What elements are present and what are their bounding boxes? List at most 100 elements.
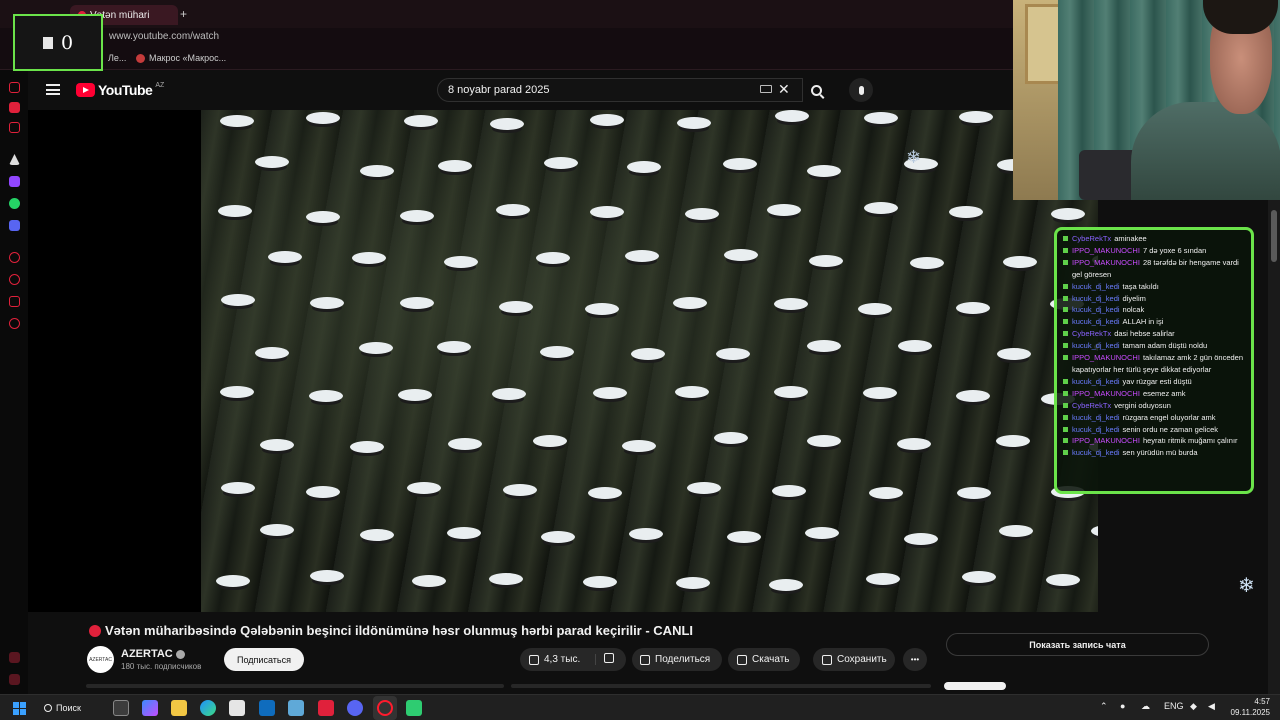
opera-gx-icon[interactable] — [377, 700, 393, 716]
chat-username[interactable]: IPPO_MAKUNOCHI — [1072, 436, 1140, 445]
sidebar-collapse-icon[interactable] — [9, 674, 20, 685]
keyboard-icon[interactable] — [760, 85, 772, 93]
store-icon[interactable] — [229, 700, 245, 716]
chat-username[interactable]: kucuk_dj_kedi — [1072, 377, 1120, 386]
youtube-logo[interactable]: YouTube AZ — [76, 82, 164, 98]
subscribe-button[interactable]: Подписаться — [224, 648, 304, 671]
show-chat-replay-button[interactable]: Показать запись чата — [946, 633, 1209, 656]
sidebar-discord-icon[interactable] — [9, 220, 20, 231]
tray-chevron-icon[interactable]: ⌃ — [1100, 701, 1108, 712]
language-indicator[interactable]: ENG — [1164, 701, 1184, 711]
video-player[interactable] — [201, 110, 1098, 612]
voice-search-button[interactable] — [849, 78, 873, 102]
tray-cloud-icon[interactable]: ☁ — [1141, 701, 1150, 712]
chat-text: diyelim — [1122, 293, 1146, 303]
chat-username[interactable]: CybeRekTx — [1072, 234, 1111, 243]
copilot-icon[interactable] — [142, 700, 158, 716]
more-actions-button[interactable]: ••• — [903, 648, 927, 671]
sidebar-app-icon[interactable] — [9, 122, 20, 133]
parade-cap — [544, 157, 578, 169]
parade-cap — [404, 115, 438, 127]
parade-cap — [400, 210, 434, 222]
chat-username[interactable]: kucuk_dj_kedi — [1072, 294, 1120, 303]
sidebar-history-icon[interactable] — [9, 274, 20, 285]
discord-icon[interactable] — [347, 700, 363, 716]
bookmark-icon — [136, 53, 145, 63]
url-text[interactable]: www.youtube.com/watch — [109, 31, 219, 42]
parade-cap — [216, 575, 250, 587]
volume-icon[interactable]: ◀ — [1208, 701, 1215, 712]
file-explorer-icon[interactable] — [171, 700, 187, 716]
subscriber-count: 180 тыс. подписчиков — [121, 662, 202, 671]
bookmarks-bar: Ле... Макрос «Макрос... — [0, 50, 1013, 70]
sidebar-whatsapp-icon[interactable] — [9, 198, 20, 209]
channel-avatar[interactable]: AZERTAC — [87, 646, 114, 673]
scrollbar-thumb[interactable] — [1271, 210, 1277, 262]
chat-username[interactable]: CybeRekTx — [1072, 401, 1111, 410]
parade-cap — [1046, 574, 1080, 586]
chat-username[interactable]: kucuk_dj_kedi — [1072, 282, 1120, 291]
parade-cap — [310, 297, 344, 309]
filter-chip[interactable] — [944, 682, 1006, 690]
photos-icon[interactable] — [288, 700, 304, 716]
tray-mic-icon[interactable]: ● — [1120, 701, 1125, 711]
parade-cap — [583, 576, 617, 588]
sidebar-more-icon[interactable] — [9, 652, 20, 663]
parade-cap — [352, 252, 386, 264]
sidebar-aria-icon[interactable] — [9, 154, 20, 165]
sidebar-extensions-icon[interactable] — [9, 296, 20, 307]
sidebar-player-icon[interactable] — [9, 252, 20, 263]
chat-message: kucuk_dj_kedi yav rüzgar esti düştü — [1063, 376, 1247, 388]
menu-icon[interactable] — [46, 84, 60, 95]
sidebar-pin-icon[interactable] — [9, 82, 20, 93]
scrollbar[interactable] — [1268, 200, 1280, 694]
download-button[interactable]: Скачать — [728, 648, 800, 671]
chat-username[interactable]: CybeRekTx — [1072, 329, 1111, 338]
chat-text: esemez amk — [1142, 388, 1186, 398]
parade-cap — [956, 302, 990, 314]
sidebar-twitch-icon[interactable] — [9, 176, 20, 187]
bookmark-item[interactable]: Ле... — [108, 53, 126, 63]
like-button[interactable]: 4,3 тыс. — [520, 654, 596, 665]
address-bar[interactable]: www.youtube.com/watch — [0, 28, 1013, 50]
game-app-icon[interactable] — [406, 700, 422, 716]
clear-search-icon[interactable]: ✕ — [778, 80, 790, 98]
parade-cap — [448, 438, 482, 450]
chat-username[interactable]: kucuk_dj_kedi — [1072, 413, 1120, 422]
chat-username[interactable]: kucuk_dj_kedi — [1072, 305, 1120, 314]
parade-cap — [996, 435, 1030, 447]
counter-square-icon — [42, 36, 53, 49]
chat-badge-icon — [1063, 259, 1068, 265]
network-icon[interactable]: ◆ — [1190, 701, 1197, 712]
task-view-icon[interactable] — [113, 700, 129, 716]
chat-username[interactable]: kucuk_dj_kedi — [1072, 425, 1120, 434]
parade-cap — [492, 388, 526, 400]
chat-username[interactable]: kucuk_dj_kedi — [1072, 448, 1120, 457]
edge-icon[interactable] — [200, 700, 216, 716]
save-button[interactable]: Сохранить — [813, 648, 895, 671]
share-button[interactable]: Поделиться — [632, 648, 722, 671]
chat-username[interactable]: IPPO_MAKUNOCHI — [1072, 353, 1140, 362]
chat-text: ALLAH in işi — [1122, 317, 1164, 327]
dislike-button[interactable] — [596, 653, 619, 666]
winrar-icon[interactable] — [318, 700, 334, 716]
channel-name[interactable]: AZERTAC — [121, 648, 185, 660]
parade-cap — [536, 252, 570, 264]
sidebar-messenger-icon[interactable] — [9, 102, 20, 113]
parade-cap — [306, 211, 340, 223]
chat-badge-icon — [1063, 438, 1068, 444]
windows-start-icon[interactable] — [13, 702, 26, 715]
chat-username[interactable]: IPPO_MAKUNOCHI — [1072, 246, 1140, 255]
chat-username[interactable]: kucuk_dj_kedi — [1072, 317, 1120, 326]
taskbar-search[interactable]: Поиск — [44, 699, 106, 717]
chat-username[interactable]: IPPO_MAKUNOCHI — [1072, 258, 1140, 267]
search-button[interactable] — [803, 78, 829, 102]
taskbar-clock[interactable]: 4:57 09.11.2025 — [1226, 696, 1270, 718]
new-tab-icon[interactable]: + — [180, 7, 187, 21]
search-input[interactable]: 8 noyabr parad 2025 — [437, 78, 803, 102]
sidebar-settings-icon[interactable] — [9, 318, 20, 329]
chat-username[interactable]: kucuk_dj_kedi — [1072, 341, 1120, 350]
bookmark-item[interactable]: Макрос «Макрос... — [136, 53, 226, 63]
outlook-icon[interactable] — [259, 700, 275, 716]
chat-username[interactable]: IPPO_MAKUNOCHI — [1072, 389, 1140, 398]
